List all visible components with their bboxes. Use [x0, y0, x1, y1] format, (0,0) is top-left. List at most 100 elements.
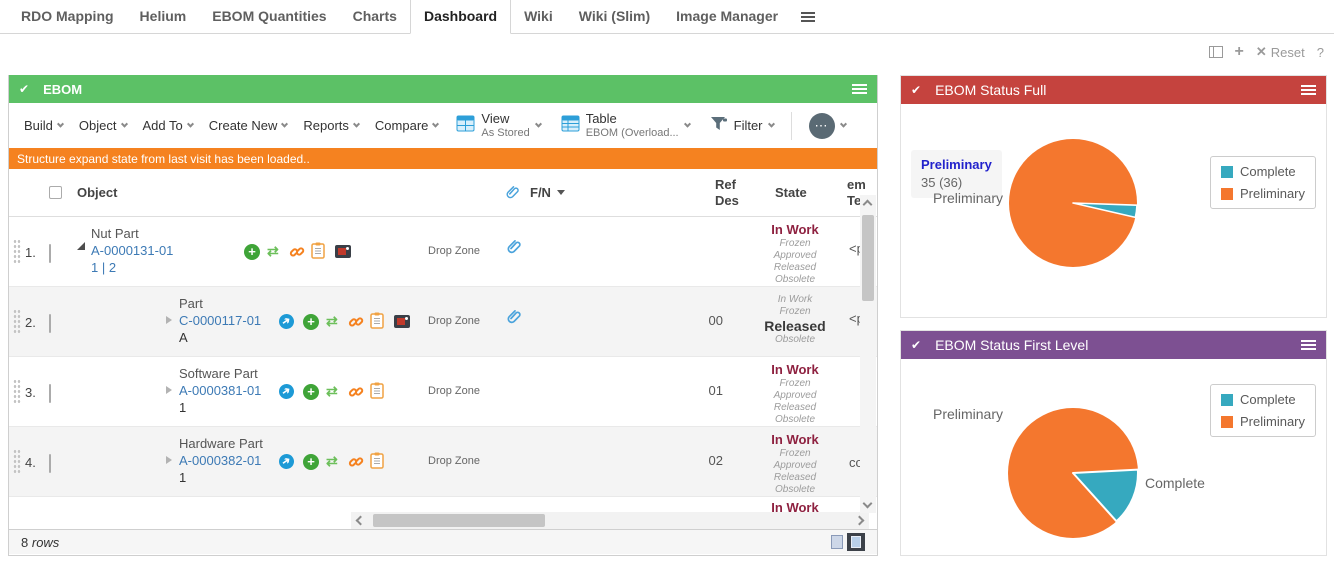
row-checkbox[interactable]	[49, 385, 51, 403]
col-fn-sort[interactable]: F/N	[530, 169, 565, 216]
table-row-2[interactable]: 2. Part C-0000117-01 A ➔ + ⇄ Drop Zone 0…	[9, 287, 877, 357]
more-actions-menu[interactable]: ⋯	[800, 113, 855, 139]
pie-chart-full[interactable]	[1003, 133, 1143, 278]
clipboard-icon[interactable]	[370, 452, 384, 474]
create-new-menu[interactable]: Create New	[202, 114, 295, 137]
image-icon[interactable]	[335, 245, 351, 258]
row-number: 4.	[25, 455, 36, 470]
add-icon[interactable]: +	[303, 454, 319, 470]
tab-helium[interactable]: Helium	[127, 0, 200, 33]
tab-wiki[interactable]: Wiki	[511, 0, 566, 33]
attachment-paperclip-icon[interactable]	[507, 309, 523, 331]
scroll-up-icon[interactable]	[863, 200, 873, 210]
top-nav: RDO Mapping Helium EBOM Quantities Chart…	[0, 0, 1334, 34]
pie-chart-first-level[interactable]	[1003, 403, 1143, 548]
add-icon[interactable]: +	[303, 384, 319, 400]
row-checkbox[interactable]	[49, 455, 51, 473]
drop-zone[interactable]: Drop Zone	[409, 245, 499, 257]
filter-menu[interactable]: Filter	[701, 116, 783, 135]
reset-button[interactable]: ✕ Reset	[1256, 44, 1305, 60]
navigate-icon[interactable]: ➔	[276, 381, 297, 402]
column-layout-icon[interactable]	[1209, 46, 1223, 58]
horizontal-scrollbar[interactable]	[351, 512, 869, 529]
legend-item-complete[interactable]: Complete	[1221, 392, 1305, 407]
scroll-down-icon[interactable]	[863, 499, 873, 509]
tab-rdo-mapping[interactable]: RDO Mapping	[8, 0, 127, 33]
link-icon[interactable]	[348, 454, 364, 475]
tab-wiki-slim[interactable]: Wiki (Slim)	[566, 0, 663, 33]
navigate-icon[interactable]: ➔	[276, 451, 297, 472]
panel-menu-icon[interactable]	[1301, 85, 1316, 95]
drop-zone[interactable]: Drop Zone	[409, 385, 499, 397]
clipboard-icon[interactable]	[311, 242, 325, 264]
select-all-checkbox[interactable]	[49, 169, 62, 216]
tab-ebom-quantities[interactable]: EBOM Quantities	[199, 0, 339, 33]
horizontal-scroll-thumb[interactable]	[373, 514, 545, 527]
legend-item-complete[interactable]: Complete	[1221, 164, 1305, 179]
legend-item-preliminary[interactable]: Preliminary	[1221, 414, 1305, 429]
link-icon[interactable]	[289, 244, 305, 265]
drop-zone[interactable]: Drop Zone	[409, 455, 499, 467]
chart-legend: Complete Preliminary	[1210, 384, 1316, 437]
scroll-left-icon[interactable]	[356, 516, 366, 526]
sync-icon[interactable]: ⇄	[326, 383, 338, 400]
add-panel-button[interactable]: +	[1235, 46, 1244, 58]
object-link[interactable]: C-0000117-01	[179, 312, 261, 329]
drag-handle[interactable]	[13, 449, 21, 475]
attachment-paperclip-icon[interactable]	[507, 239, 523, 261]
tree-expand-icon[interactable]	[166, 456, 172, 464]
drag-handle[interactable]	[13, 309, 21, 335]
scroll-right-icon[interactable]	[855, 516, 865, 526]
table-row-1[interactable]: 1. Nut Part A-0000131-01 1 | 2 + ⇄ Drop …	[9, 217, 877, 287]
ebom-panel-menu-icon[interactable]	[852, 84, 867, 94]
build-menu[interactable]: Build	[17, 114, 70, 137]
nav-menu-icon[interactable]	[801, 12, 815, 22]
object-type: Nut Part	[91, 225, 173, 242]
table-selector[interactable]: Table EBOM (Overload...	[552, 112, 699, 140]
drag-handle[interactable]	[13, 379, 21, 405]
row-checkbox[interactable]	[49, 245, 51, 263]
tab-dashboard[interactable]: Dashboard	[410, 0, 511, 34]
col-state[interactable]: State	[775, 169, 807, 216]
clipboard-icon[interactable]	[370, 382, 384, 404]
full-view-icon[interactable]	[847, 533, 865, 551]
view-selector[interactable]: View As Stored	[447, 112, 549, 140]
object-link[interactable]: A-0000382-01	[179, 452, 263, 469]
compare-menu[interactable]: Compare	[368, 114, 445, 137]
object-menu[interactable]: Object	[72, 114, 134, 137]
tree-expand-icon[interactable]	[166, 386, 172, 394]
image-icon[interactable]	[394, 315, 410, 328]
legend-item-preliminary[interactable]: Preliminary	[1221, 186, 1305, 201]
navigate-icon[interactable]: ➔	[276, 311, 297, 332]
vertical-scroll-thumb[interactable]	[862, 215, 874, 301]
sync-icon[interactable]: ⇄	[326, 453, 338, 470]
compact-view-icon[interactable]	[831, 535, 843, 549]
row-checkbox[interactable]	[49, 315, 51, 333]
sync-icon[interactable]: ⇄	[267, 243, 279, 260]
table-row-5-partial[interactable]: In Work	[9, 497, 877, 512]
object-sub-link[interactable]: 1 | 2	[91, 259, 173, 276]
object-link[interactable]: A-0000131-01	[91, 242, 173, 259]
tree-collapse-icon[interactable]	[77, 242, 85, 250]
help-button[interactable]: ?	[1317, 45, 1324, 60]
table-row-3[interactable]: 3. Software Part A-0000381-01 1 ➔ + ⇄ Dr…	[9, 357, 877, 427]
reports-menu[interactable]: Reports	[296, 114, 366, 137]
object-link[interactable]: A-0000381-01	[179, 382, 261, 399]
drag-handle[interactable]	[13, 239, 21, 265]
vertical-scrollbar[interactable]	[860, 195, 876, 513]
sync-icon[interactable]: ⇄	[326, 313, 338, 330]
col-object[interactable]: Object	[77, 169, 117, 216]
panel-menu-icon[interactable]	[1301, 340, 1316, 350]
link-icon[interactable]	[348, 384, 364, 405]
clipboard-icon[interactable]	[370, 312, 384, 334]
link-icon[interactable]	[348, 314, 364, 335]
table-row-4[interactable]: 4. Hardware Part A-0000382-01 1 ➔ + ⇄ Dr…	[9, 427, 877, 497]
add-icon[interactable]: +	[303, 314, 319, 330]
col-ref-des[interactable]: RefDes	[715, 169, 739, 216]
add-to-menu[interactable]: Add To	[136, 114, 200, 137]
tree-expand-icon[interactable]	[166, 316, 172, 324]
add-icon[interactable]: +	[244, 244, 260, 260]
tab-image-manager[interactable]: Image Manager	[663, 0, 791, 33]
drop-zone[interactable]: Drop Zone	[409, 315, 499, 327]
tab-charts[interactable]: Charts	[340, 0, 410, 33]
